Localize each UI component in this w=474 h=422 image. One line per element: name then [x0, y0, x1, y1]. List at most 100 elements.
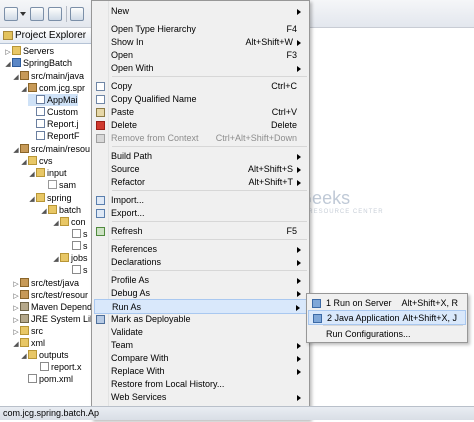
menu-separator — [112, 190, 307, 191]
tree-item[interactable]: ▷ src — [12, 325, 43, 337]
menu-item-label: Open Type Hierarchy — [111, 24, 196, 34]
menu-separator — [112, 146, 307, 147]
menu-item-label: Paste — [111, 107, 135, 117]
tree-item[interactable]: ◢ src/main/java — [12, 70, 84, 82]
tree-item[interactable]: ▷ JRE System Libr — [12, 313, 98, 325]
tree-item[interactable]: ▷ src/test/resour — [12, 289, 88, 301]
menu-item-refactor[interactable]: Refactor Alt+Shift+T — [94, 175, 307, 190]
tree-item[interactable]: ◢ batch — [40, 204, 81, 216]
tree-item[interactable]: ◢ input — [28, 167, 67, 179]
deployable-icon — [96, 315, 105, 324]
collapse-arrow-icon[interactable]: ◢ — [40, 206, 48, 218]
tree-item-label: xml — [31, 338, 45, 348]
tree-item-label: s — [83, 229, 88, 239]
java-file-icon — [36, 95, 45, 104]
tree-item-label: s — [83, 241, 88, 251]
menu-item-label: Show In — [111, 37, 144, 47]
submenu-item-1-run-on-server[interactable]: 1 Run on Server Alt+Shift+X, R — [308, 296, 466, 311]
tree-item[interactable]: pom.xml — [20, 373, 73, 385]
tree-item[interactable]: sam — [40, 179, 76, 191]
menu-item-export[interactable]: Export... — [94, 206, 307, 221]
tree-item[interactable]: report.x — [32, 361, 82, 373]
xml-file-icon — [72, 265, 81, 274]
tree-item[interactable]: ◢ spring — [28, 192, 72, 204]
submenu-arrow-icon — [297, 180, 301, 186]
menu-item-refresh[interactable]: Refresh F5 — [94, 224, 307, 239]
menu-item-remove-from-context[interactable]: Remove from Context Ctrl+Alt+Shift+Down — [94, 131, 307, 146]
folder-icon — [12, 46, 21, 55]
folder-icon — [60, 217, 69, 226]
submenu-arrow-icon — [297, 247, 301, 253]
tree-item-label: input — [47, 168, 67, 178]
submenu-item-run-configurations[interactable]: Run Configurations... — [308, 327, 466, 342]
tree-item[interactable]: s — [64, 240, 88, 252]
tree-item[interactable]: ◢ cvs — [20, 155, 53, 167]
tree-item[interactable]: s — [64, 228, 88, 240]
menu-item-label: Restore from Local History... — [111, 379, 225, 389]
tree-item[interactable]: ▷ Maven Depend — [12, 301, 92, 313]
menu-item-label: Export... — [111, 208, 145, 218]
tree-item-label: src/test/resour — [31, 290, 89, 300]
menu-item-label: Delete — [111, 120, 138, 130]
save-icon[interactable] — [30, 7, 44, 21]
collapse-arrow-icon[interactable]: ◢ — [20, 351, 28, 363]
tree-item[interactable]: ◢ SpringBatch — [4, 57, 72, 69]
collapse-arrow-icon[interactable]: ◢ — [20, 157, 28, 169]
save-all-icon[interactable] — [48, 7, 62, 21]
menu-item-open-with[interactable]: Open With — [94, 61, 307, 76]
submenu-separator — [323, 325, 463, 326]
menu-item-new[interactable]: New — [94, 4, 307, 19]
tree-item[interactable]: ◢ com.jcg.spr — [20, 82, 85, 94]
tree-item[interactable]: ◢ outputs — [20, 349, 69, 361]
submenu-item-2-java-application[interactable]: 2 Java Application Alt+Shift+X, J — [308, 310, 466, 325]
project-explorer: Project Explorer ▷ Servers ◢ SpringBatch ◢ sr… — [0, 28, 100, 408]
new-dropdown-icon[interactable] — [20, 12, 26, 16]
source-folder-icon — [20, 290, 29, 299]
collapse-arrow-icon[interactable]: ◢ — [20, 84, 28, 96]
tree-item[interactable]: ◢ con — [52, 216, 86, 228]
xml-file-icon — [40, 362, 49, 371]
collapse-arrow-icon[interactable]: ◢ — [28, 194, 36, 206]
menu-item-label: Build Path — [111, 151, 153, 161]
print-icon[interactable] — [70, 7, 84, 21]
menu-item-declarations[interactable]: Declarations — [94, 255, 307, 270]
menu-item-label: Source — [111, 164, 140, 174]
collapse-arrow-icon[interactable]: ◢ — [52, 218, 60, 230]
tree-item-label: s — [83, 265, 88, 275]
tree-item-label: Report.j — [47, 119, 79, 129]
tree-item[interactable]: ◢ src/main/resou — [12, 143, 90, 155]
collapse-arrow-icon[interactable]: ◢ — [12, 72, 20, 84]
submenu-arrow-icon — [297, 167, 301, 173]
folder-icon — [20, 326, 29, 335]
collapse-arrow-icon[interactable]: ◢ — [52, 254, 60, 266]
tree-item-label: jobs — [71, 253, 88, 263]
new-icon[interactable] — [4, 7, 18, 21]
tree-item[interactable]: AppMai — [28, 94, 78, 106]
collapse-arrow-icon[interactable]: ◢ — [12, 145, 20, 157]
menu-item-shortcut: Delete — [270, 120, 297, 130]
menu-item-label: References — [111, 244, 158, 254]
status-bar: com.jcg.spring.batch.Ap — [0, 406, 474, 420]
menu-item-shortcut: F5 — [286, 226, 297, 236]
submenu-arrow-icon — [297, 9, 301, 15]
tree-item[interactable]: ReportF — [28, 130, 80, 142]
tree-item-label: com.jcg.spr — [39, 83, 86, 93]
server-icon — [312, 299, 321, 308]
tree-item[interactable]: Report.j — [28, 118, 79, 130]
menu-item-label: Refactor — [111, 177, 146, 187]
tree-item[interactable]: ◢ xml — [12, 337, 45, 349]
collapse-arrow-icon[interactable]: ◢ — [4, 59, 12, 71]
import-icon — [96, 196, 105, 205]
run-as-submenu: 1 Run on Server Alt+Shift+X, R2 Java Appl… — [306, 293, 468, 343]
project-explorer-tab[interactable]: Project Explorer — [0, 28, 100, 44]
menu-item-shortcut: Alt+Shift+T — [248, 177, 293, 187]
tree-item[interactable]: ▷ src/test/java — [12, 277, 79, 289]
tree-item[interactable]: Custom — [28, 106, 78, 118]
tree-item[interactable]: ▷ Servers — [4, 45, 54, 57]
collapse-arrow-icon[interactable]: ◢ — [12, 339, 20, 351]
collapse-arrow-icon[interactable]: ◢ — [28, 169, 36, 181]
menu-item-web-services[interactable]: Web Services — [94, 390, 307, 405]
tree-item[interactable]: ◢ jobs — [52, 252, 88, 264]
tree-item[interactable]: s — [64, 264, 88, 276]
menu-item-shortcut: F4 — [286, 24, 297, 34]
